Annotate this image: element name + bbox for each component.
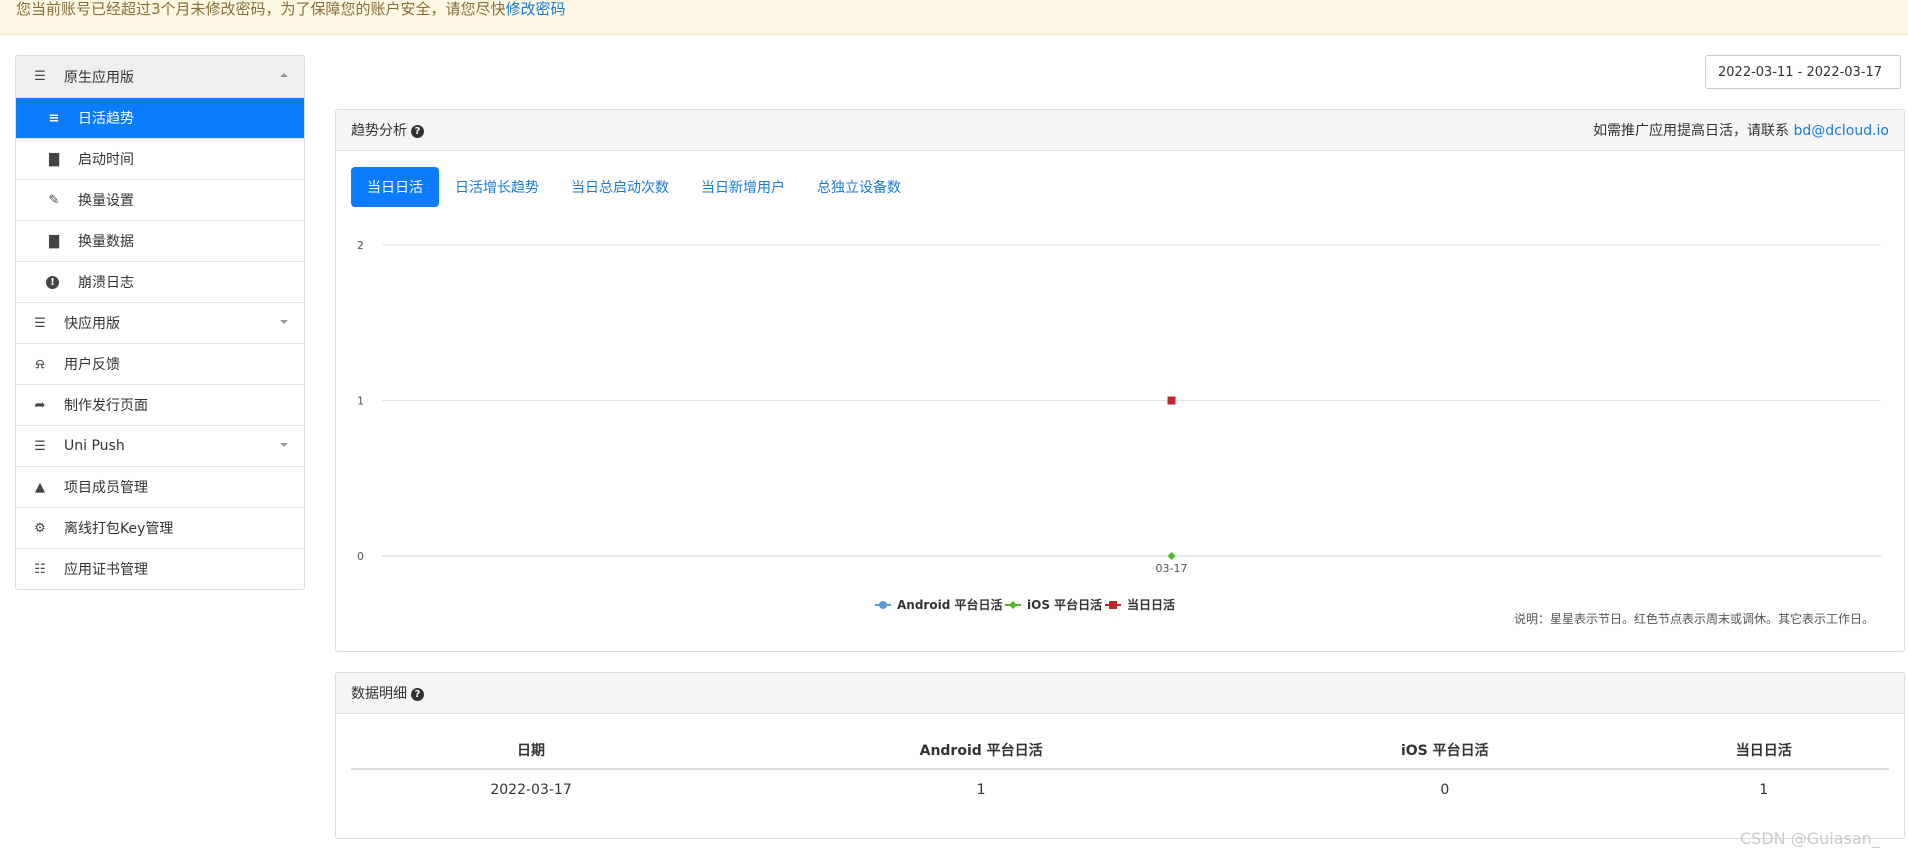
daily-active-chart: 0 1 2 03-17 Android 平台日活 iOS 平台日活 当日日活 bbox=[357, 239, 1881, 612]
alert-circle-icon: ! bbox=[46, 275, 59, 289]
table-header-row: 日期 Android 平台日活 iOS 平台日活 当日日活 bbox=[351, 731, 1889, 770]
change-password-link[interactable]: 修改密码 bbox=[506, 0, 566, 18]
legend-marker bbox=[1109, 601, 1117, 609]
chevron-up-icon bbox=[280, 73, 288, 77]
sidebar-item-label: 日活趋势 bbox=[78, 111, 134, 127]
bar-chart-icon: ▇ bbox=[49, 151, 59, 167]
sidebar-item-label: 原生应用版 bbox=[64, 69, 134, 86]
x-tick-label: 03-17 bbox=[1156, 562, 1188, 575]
y-tick-label: 1 bbox=[357, 395, 364, 408]
menu-icon: ☰ bbox=[34, 315, 46, 331]
menu-icon: ☰ bbox=[34, 438, 46, 454]
sidebar-item-label: 应用证书管理 bbox=[64, 562, 148, 578]
cell-daily-active: 1 bbox=[1759, 781, 1769, 798]
bell-icon: ⍾ bbox=[35, 356, 45, 372]
legend-marker bbox=[879, 601, 887, 609]
sidebar-item-5[interactable]: ! 崩溃日志 bbox=[16, 261, 304, 302]
detail-panel: 数据明细? 日期 Android 平台日活 iOS 平台日活 当日日活 2022… bbox=[335, 672, 1905, 839]
user-icon: ▲ bbox=[35, 479, 45, 495]
data-point bbox=[1167, 552, 1176, 560]
sidebar-item-label: 制作发行页面 bbox=[64, 398, 148, 414]
sidebar-item-7[interactable]: ⍾ 用户反馈 bbox=[16, 343, 304, 384]
chevron-down-icon bbox=[280, 443, 288, 447]
col-date: 日期 bbox=[351, 731, 712, 770]
sidebar: ☰ 原生应用版 ≡ 日活趋势 ▇ 启动时间 ✎ 换量设置 ▇ 换量数据! 崩溃日志 ☰ 快应用版 ⍾ 用户反… bbox=[15, 55, 305, 590]
col-ios: iOS 平台日活 bbox=[1251, 731, 1639, 770]
y-tick-label: 2 bbox=[357, 239, 364, 252]
menu-icon: ☰ bbox=[34, 69, 46, 84]
y-tick-label: 0 bbox=[357, 550, 364, 563]
watermark: CSDN @Guiasan_ bbox=[1740, 829, 1880, 848]
cell-android: 1 bbox=[976, 781, 986, 798]
detail-panel-header: 数据明细? bbox=[336, 673, 1904, 714]
legend-label: 当日日活 bbox=[1127, 597, 1175, 612]
sidebar-item-label: 启动时间 bbox=[78, 152, 134, 168]
sidebar-item-label: 快应用版 bbox=[64, 316, 120, 332]
table-row: 2022-03-17 1 0 1 bbox=[351, 769, 1889, 809]
sidebar-item-label: 崩溃日志 bbox=[78, 275, 134, 291]
sidebar-item-label: 离线打包Key管理 bbox=[64, 521, 174, 537]
bar-chart-icon: ▇ bbox=[49, 233, 59, 249]
col-daily-active: 当日日活 bbox=[1638, 731, 1889, 770]
sidebar-item-11[interactable]: ⚙ 离线打包Key管理 bbox=[16, 507, 304, 548]
chevron-down-icon bbox=[280, 320, 288, 324]
chart-note: 说明：星星表示节日。红色节点表示周末或调休。其它表示工作日。 bbox=[1513, 612, 1874, 626]
sidebar-item-1[interactable]: ≡ 日活趋势 bbox=[16, 97, 304, 138]
sidebar-item-label: 项目成员管理 bbox=[64, 480, 148, 496]
align-left-icon: ≡ bbox=[48, 110, 60, 126]
sidebar-item-6[interactable]: ☰ 快应用版 bbox=[16, 302, 304, 343]
edit-icon: ✎ bbox=[48, 192, 60, 208]
col-android: Android 平台日活 bbox=[711, 731, 1252, 770]
sidebar-item-label: 换量数据 bbox=[78, 234, 134, 250]
sidebar-item-label: Uni Push bbox=[64, 438, 125, 454]
cell-date: 2022-03-17 bbox=[490, 781, 572, 798]
sidebar-item-12[interactable]: ☷ 应用证书管理 bbox=[16, 548, 304, 589]
sidebar-item-8[interactable]: ➦ 制作发行页面 bbox=[16, 384, 304, 425]
gear-icon: ⚙ bbox=[34, 520, 46, 536]
trend-panel: 趋势分析? 如需推广应用提高日活，请联系 bd@dcloud.io 当日日活 日… bbox=[335, 109, 1905, 652]
legend-marker bbox=[1009, 601, 1017, 609]
share-icon: ➦ bbox=[34, 397, 46, 413]
detail-title: 数据明细 bbox=[351, 686, 407, 702]
legend-label: Android 平台日活 bbox=[897, 597, 1002, 612]
data-point bbox=[1167, 396, 1176, 405]
sidebar-item-9[interactable]: ☰ Uni Push bbox=[16, 425, 304, 466]
sidebar-item-10[interactable]: ▲ 项目成员管理 bbox=[16, 466, 304, 507]
date-range-picker[interactable]: 2022-03-11 - 2022-03-17 bbox=[1705, 55, 1901, 89]
warning-text: 您当前账号已经超过3个月未修改密码，为了保障您的账户安全，请您尽快 bbox=[16, 0, 506, 18]
sidebar-item-2[interactable]: ▇ 启动时间 bbox=[16, 138, 304, 179]
date-range-value: 2022-03-11 - 2022-03-17 bbox=[1718, 64, 1883, 80]
question-icon[interactable]: ? bbox=[411, 688, 424, 701]
password-warning-banner: 您当前账号已经超过3个月未修改密码，为了保障您的账户安全，请您尽快修改密码 bbox=[0, 0, 1908, 35]
list-icon: ☷ bbox=[34, 561, 46, 577]
sidebar-item-0[interactable]: ☰ 原生应用版 bbox=[16, 56, 304, 97]
sidebar-item-label: 换量设置 bbox=[78, 193, 134, 209]
cell-ios: 0 bbox=[1440, 781, 1450, 798]
sidebar-item-label: 用户反馈 bbox=[64, 357, 120, 373]
sidebar-item-3[interactable]: ✎ 换量设置 bbox=[16, 179, 304, 220]
detail-table: 日期 Android 平台日活 iOS 平台日活 当日日活 2022-03-17… bbox=[351, 731, 1889, 809]
legend-label: iOS 平台日活 bbox=[1027, 597, 1102, 612]
sidebar-item-4[interactable]: ▇ 换量数据 bbox=[16, 220, 304, 261]
